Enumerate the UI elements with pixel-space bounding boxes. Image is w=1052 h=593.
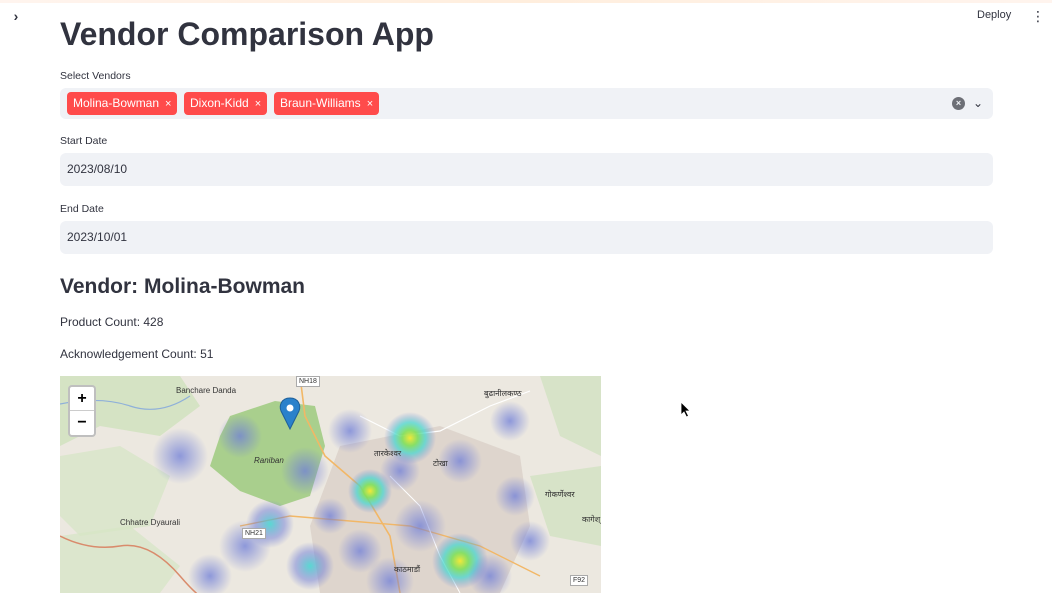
map-label-nh21: NH21 — [242, 528, 266, 539]
map-label-kageshwari: कागेश् — [582, 515, 601, 524]
start-date-input[interactable]: 2023/08/10 — [60, 153, 993, 186]
zoom-out-button[interactable]: − — [70, 411, 94, 435]
heatmap-map[interactable]: + − Banchare Danda NH18 बुढानीलकण्ठ Rani… — [60, 376, 601, 593]
remove-tag-icon[interactable]: × — [165, 98, 171, 110]
zoom-controls: + − — [68, 385, 96, 437]
zoom-in-button[interactable]: + — [70, 387, 94, 411]
main-menu-icon[interactable]: ⋮ — [1031, 8, 1045, 24]
product-count-text: Product Count: 428 — [60, 315, 164, 329]
map-label-budhanilkantha: बुढानीलकण्ठ — [484, 389, 522, 398]
acknowledgement-count-text: Acknowledgement Count: 51 — [60, 347, 214, 361]
deploy-button[interactable]: Deploy — [977, 9, 1011, 21]
map-label-nh18: NH18 — [296, 376, 320, 387]
map-label-raniban: Raniban — [254, 456, 284, 465]
chevron-down-icon[interactable]: ⌄ — [970, 94, 986, 112]
vendor-tag: Dixon-Kidd × — [184, 92, 268, 115]
clear-all-icon[interactable]: × — [952, 97, 965, 110]
vendor-tag: Molina-Bowman × — [67, 92, 178, 115]
remove-tag-icon[interactable]: × — [367, 98, 373, 110]
end-date-label: End Date — [60, 203, 104, 215]
vendor-tag: Braun-Williams × — [274, 92, 380, 115]
sidebar-expand-icon[interactable]: › — [8, 8, 24, 24]
end-date-input[interactable]: 2023/10/01 — [60, 221, 993, 254]
map-label-kathmandu: काठमाडौं — [394, 565, 421, 574]
vendor-tag-label: Molina-Bowman — [73, 96, 160, 110]
start-date-label: Start Date — [60, 135, 108, 147]
vendor-tag-label: Braun-Williams — [280, 96, 361, 110]
remove-tag-icon[interactable]: × — [255, 98, 261, 110]
map-tiles — [60, 376, 601, 593]
map-label-tokha: टोखा — [433, 459, 448, 468]
mouse-cursor-icon — [681, 402, 691, 418]
map-label-banchare-danda: Banchare Danda — [176, 386, 237, 395]
vendor-heading: Vendor: Molina-Bowman — [60, 275, 306, 298]
map-label-chhatre-dyaurali: Chhatre Dyaurali — [120, 518, 181, 527]
map-label-gokarneshwar: गोकर्णेश्वर — [545, 490, 575, 499]
header-decoration-line — [0, 0, 1052, 3]
vendor-tag-label: Dixon-Kidd — [190, 96, 249, 110]
vendor-multiselect[interactable]: Molina-Bowman × Dixon-Kidd × Braun-William… — [60, 88, 993, 119]
select-vendors-label: Select Vendors — [60, 70, 131, 82]
map-label-tarakeshwar: तारकेश्वर — [374, 449, 402, 458]
map-label-f92: F92 — [570, 575, 589, 586]
page-title: Vendor Comparison App — [60, 16, 434, 52]
